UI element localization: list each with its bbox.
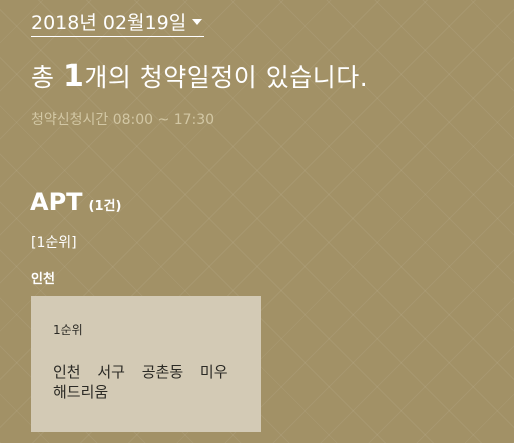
- section-count: (1건): [88, 199, 122, 214]
- summary-suffix: 개의 청약일정이 있습니다.: [84, 63, 369, 92]
- section-title: APT: [30, 188, 83, 216]
- selected-date: 2018년 02월19일: [31, 11, 187, 34]
- region-label: 인천: [31, 272, 55, 287]
- schedule-count: 1: [62, 59, 85, 94]
- listing-card[interactable]: 1순위 인천 서구 공촌동 미우해드리움: [31, 296, 261, 432]
- rank-label: [1순위]: [31, 235, 77, 251]
- listing-name: 인천 서구 공촌동 미우해드리움: [53, 363, 228, 401]
- listing-rank: 1순위: [53, 323, 83, 337]
- summary-prefix: 총: [31, 63, 63, 92]
- date-selector-dropdown[interactable]: 2018년 02월19일: [31, 6, 205, 37]
- schedule-summary: 총 1개의 청약일정이 있습니다.: [31, 58, 368, 94]
- caret-down-icon: [192, 19, 203, 25]
- section-heading: APT (1건): [30, 188, 121, 216]
- application-hours: 청약신청시간 08:00 ~ 17:30: [31, 112, 215, 128]
